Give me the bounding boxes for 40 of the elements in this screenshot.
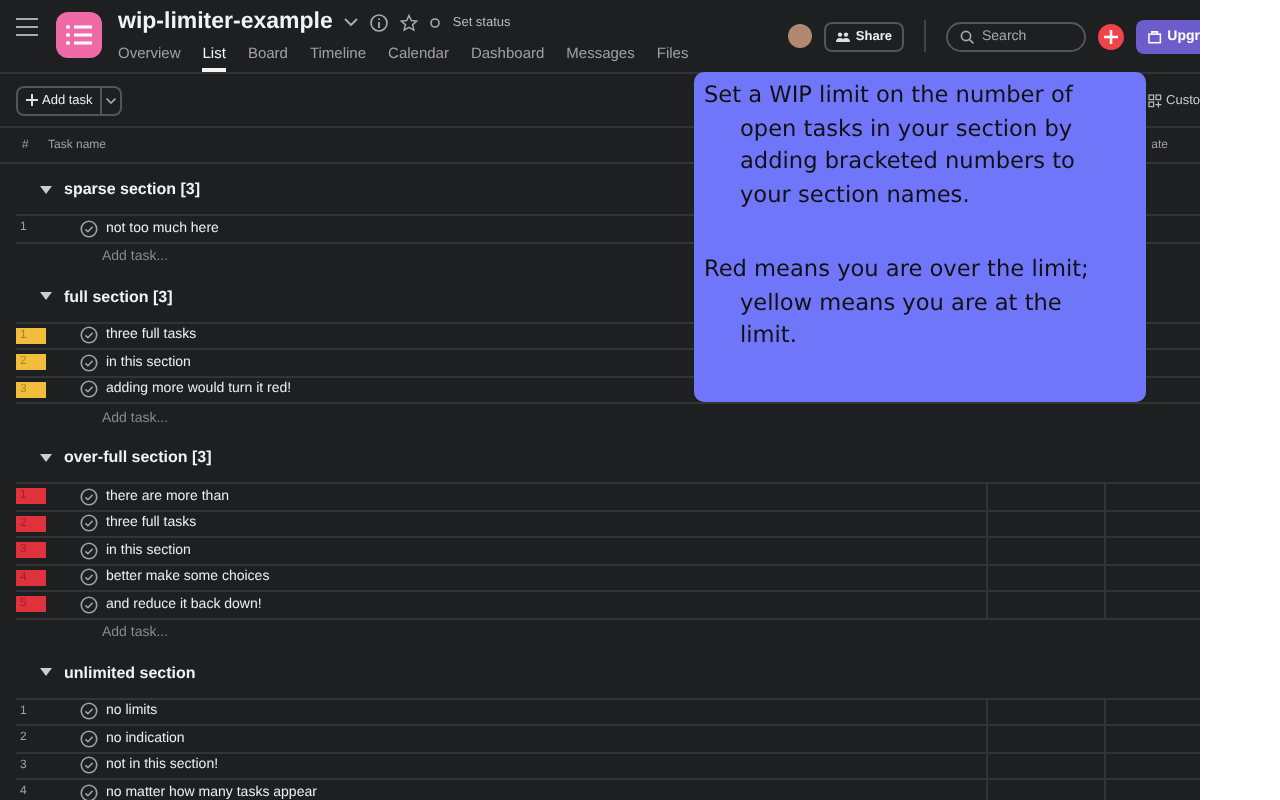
avatar[interactable]: [787, 24, 812, 48]
check-circle-icon[interactable]: [80, 702, 98, 721]
collapse-triangle-icon[interactable]: [40, 185, 52, 193]
project-list-icon: [56, 12, 102, 58]
project-title[interactable]: wip-limiter-example: [118, 10, 333, 34]
collapse-triangle-icon[interactable]: [40, 292, 52, 300]
section-title[interactable]: unlimited section: [64, 663, 196, 681]
caret-icon: [106, 97, 117, 103]
check-circle-icon[interactable]: [80, 514, 98, 533]
chevron-down-icon[interactable]: [344, 18, 359, 26]
section-title[interactable]: full section [3]: [64, 287, 173, 305]
star-icon[interactable]: [400, 13, 419, 31]
check-circle-icon[interactable]: [80, 568, 98, 587]
check-circle-icon[interactable]: [80, 353, 98, 372]
add-task-dropdown-button[interactable]: [102, 85, 123, 115]
menu-icon[interactable]: [16, 18, 38, 36]
tooltip-text: Red means you are over the limit; yellow means you are at the limit.: [704, 254, 1091, 352]
section-title[interactable]: over-full section [3]: [64, 448, 212, 466]
check-circle-icon[interactable]: [80, 783, 98, 800]
check-circle-icon[interactable]: [80, 380, 98, 399]
check-circle-icon[interactable]: [80, 326, 98, 345]
briefcase-icon: [1148, 29, 1162, 43]
section-title[interactable]: sparse section [3]: [64, 180, 201, 198]
search-icon: [960, 29, 974, 43]
check-circle-icon[interactable]: [80, 541, 98, 560]
status-circle-icon[interactable]: [430, 17, 441, 27]
plus-icon: [26, 94, 38, 106]
collapse-triangle-icon[interactable]: [40, 668, 52, 676]
plus-icon: [1104, 29, 1118, 43]
check-circle-icon[interactable]: [80, 756, 98, 775]
people-icon: [835, 31, 850, 41]
check-circle-icon[interactable]: [80, 219, 98, 238]
check-circle-icon[interactable]: [80, 729, 98, 748]
add-button[interactable]: [1098, 23, 1124, 49]
grid-plus-icon: [1148, 93, 1163, 107]
collapse-triangle-icon[interactable]: [40, 453, 52, 461]
check-circle-icon[interactable]: [80, 487, 98, 506]
info-icon[interactable]: [370, 13, 389, 31]
check-circle-icon[interactable]: [80, 595, 98, 614]
tooltip-text: Set a WIP limit on the number of open tasks in your section by adding bracketed numbers to your section names.: [704, 80, 1077, 211]
